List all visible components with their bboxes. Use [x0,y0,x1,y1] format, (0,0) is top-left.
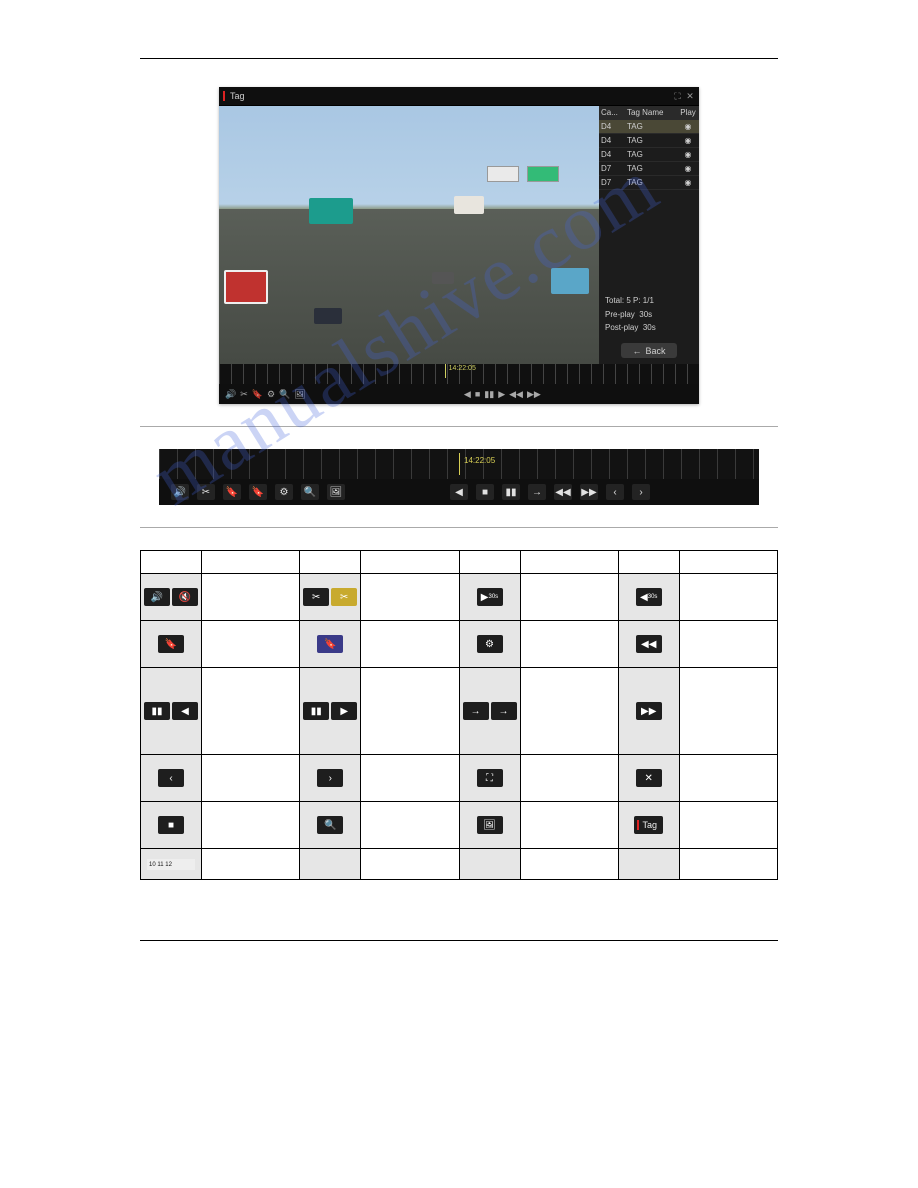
tag-side-panel: Ca... Tag Name Play D4 TAG ◉ D4 TAG ◉ [599,106,699,364]
window-controls[interactable]: ⛶ ✕ [672,91,695,102]
gear-icon[interactable]: ⚙ [267,389,275,400]
fullscreen-icon: ⛶ [477,769,503,787]
tag-management-icon: ⚙ [477,635,503,653]
maximize-icon[interactable]: ⛶ [672,91,682,102]
speed-up-icon: ▶▶ [636,702,662,720]
tag-icon[interactable]: 🔖 [223,484,241,500]
stop-icon: ■ [158,816,184,834]
speed-down-icon: ◀◀ [636,635,662,653]
pause-icon: ▮▮ [303,702,329,720]
reverse-30s-icon: ◀30s [636,588,662,606]
pause-icon: ▮▮ [144,702,170,720]
title-accent [223,91,225,101]
play-icon[interactable]: ◉ [677,120,699,133]
preplay-label: Pre-play [605,310,635,319]
mute-icon[interactable]: 🔊 [171,484,189,500]
toolbar-figure: 14:22:05 🔊 ✂ 🔖 🔖 ⚙ 🔍 🖼 ◀ ■ ▮▮ → ◀◀ ▶▶ ‹ … [159,449,759,505]
next-icon: › [317,769,343,787]
back-arrow-icon: ← [632,346,641,356]
close-icon[interactable]: ✕ [685,91,695,102]
tag-button-icon: Tag [634,816,663,834]
col-tagname: Tag Name [625,106,677,119]
toolbar-description-table: 🔊🔇 ✂✂ ▶30s ◀30s 🔖 🔖 [140,550,778,880]
postplay-value[interactable]: 30s [643,323,656,332]
tag-row[interactable]: D4 TAG ◉ [599,120,699,134]
top-divider [140,58,778,59]
mute-icon[interactable]: 🔊 [225,389,236,400]
player-timeline[interactable]: 14:22:05 [219,364,699,384]
play-icon[interactable]: ◉ [677,148,699,161]
tag-row[interactable]: D7 TAG ◉ [599,162,699,176]
tag-playback-window: Tag ⛶ ✕ Ca... Ta [219,87,699,404]
tag-list-table: Ca... Tag Name Play D4 TAG ◉ D4 TAG ◉ [599,106,699,190]
clip-icon[interactable]: ✂ [240,389,248,400]
slow-icon[interactable]: ◀◀ [554,484,572,500]
capture-icon: 🖼 [477,816,503,834]
play-icon[interactable]: ▶ [498,389,505,400]
col-camera: Ca... [599,106,625,119]
custom-tag-icon: 🔖 [317,635,343,653]
timeline-time: 14:22:05 [449,365,476,372]
progress-bar-icon: 10 11 12 [147,859,195,870]
divider-2 [140,527,778,528]
slow-icon[interactable]: ◀◀ [509,389,523,400]
postplay-label: Post-play [605,323,638,332]
tag-custom-icon[interactable]: 🔖 [249,484,267,500]
video-viewport [219,106,599,364]
step-icon[interactable]: → [528,484,546,500]
pause-icon[interactable]: ▮▮ [502,484,520,500]
pause-icon[interactable]: ▮▮ [484,389,494,400]
prev-icon[interactable]: ‹ [606,484,624,500]
toolbar-marker-time: 14:22:05 [464,456,495,465]
play-icon[interactable]: ◉ [677,134,699,147]
stop-clip-icon: ✂ [331,588,357,606]
forward-30s-icon: ▶30s [477,588,503,606]
zoom-icon[interactable]: 🔍 [279,389,290,400]
player-controls: 🔊 ✂ 🔖 ⚙ 🔍 🖼 ◀ ■ ▮▮ ▶ ◀◀ ▶▶ [219,384,699,404]
stop-icon[interactable]: ■ [475,389,480,400]
capture-icon[interactable]: 🖼 [294,389,305,400]
bottom-divider [140,940,778,941]
tag-icon[interactable]: 🔖 [252,389,263,400]
player-titlebar: Tag ⛶ ✕ [219,87,699,106]
tag-row[interactable]: D4 TAG ◉ [599,148,699,162]
preplay-value[interactable]: 30s [639,310,652,319]
divider-1 [140,426,778,427]
next-icon[interactable]: › [632,484,650,500]
gear-icon[interactable]: ⚙ [275,484,293,500]
start-clip-icon: ✂ [303,588,329,606]
tag-row[interactable]: D7 TAG ◉ [599,176,699,190]
mute-icon: 🔇 [172,588,198,606]
tag-row[interactable]: D4 TAG ◉ [599,134,699,148]
rev-icon[interactable]: ◀ [464,389,471,400]
rev-icon[interactable]: ◀ [450,484,468,500]
zoom-icon[interactable]: 🔍 [301,484,319,500]
reverse-play-icon: ◀ [172,702,198,720]
th-button [141,551,202,574]
audio-on-icon: 🔊 [144,588,170,606]
player-title: Tag [230,91,245,101]
capture-icon[interactable]: 🖼 [327,484,345,500]
default-tag-icon: 🔖 [158,635,184,653]
play-icon: ▶ [331,702,357,720]
fast-icon[interactable]: ▶▶ [527,389,541,400]
previous-icon: ‹ [158,769,184,787]
col-play: Play [677,106,699,119]
back-button[interactable]: ← Back [621,343,677,358]
play-icon[interactable]: ◉ [677,162,699,175]
play-icon[interactable]: ◉ [677,176,699,189]
toolbar-timeline[interactable]: 14:22:05 [159,449,759,479]
total-pages: Total: 5 P: 1/1 [605,294,693,308]
clip-icon[interactable]: ✂ [197,484,215,500]
single-frame-fwd-icon: → [491,702,517,720]
digital-zoom-icon: 🔍 [317,816,343,834]
single-frame-rev-icon: → [463,702,489,720]
exit-icon: ✕ [636,769,662,787]
fast-icon[interactable]: ▶▶ [580,484,598,500]
stop-icon[interactable]: ■ [476,484,494,500]
